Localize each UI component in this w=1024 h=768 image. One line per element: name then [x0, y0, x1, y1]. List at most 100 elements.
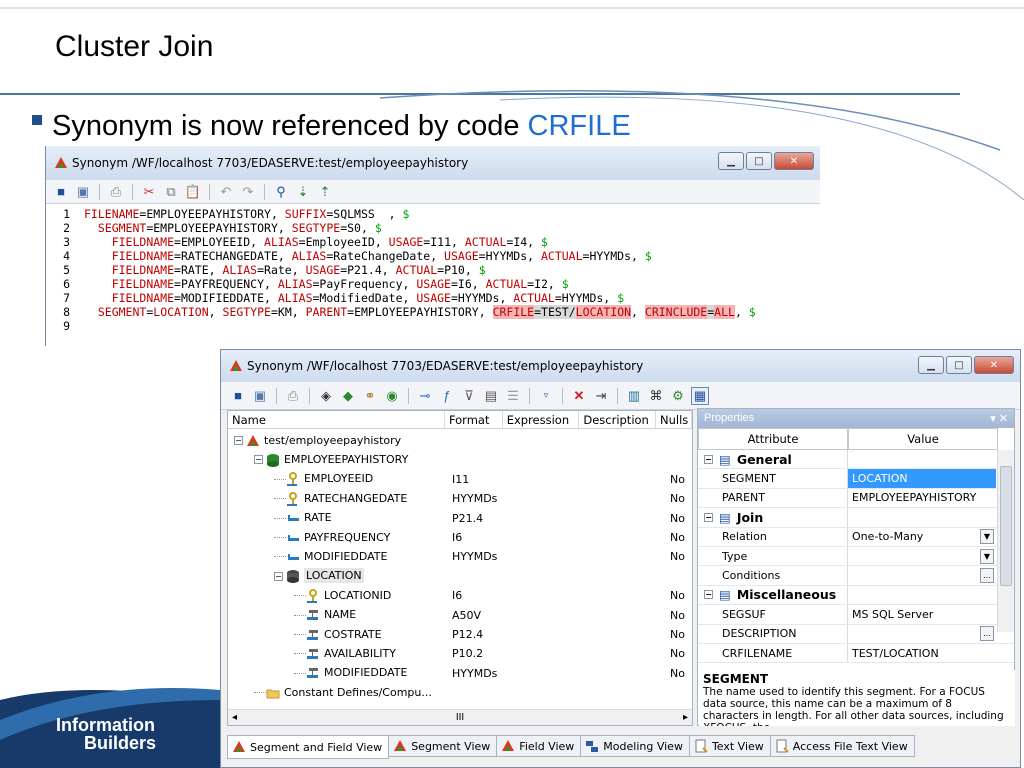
export-icon[interactable]: ⇥ [592, 387, 610, 405]
tree-row-name[interactable]: − test/employeepayhistory [234, 434, 401, 448]
property-value[interactable]: … [848, 625, 996, 643]
collapse-icon[interactable]: − [704, 454, 713, 464]
property-row[interactable]: Conditions… [698, 566, 1014, 586]
property-row[interactable]: DESCRIPTION… [698, 624, 1014, 644]
save-icon[interactable]: ■ [229, 387, 247, 405]
find-prev-icon[interactable]: ⇡ [316, 183, 334, 201]
column-header-nulls[interactable]: Nulls [656, 411, 692, 428]
column-header-expression[interactable]: Expression [503, 411, 580, 428]
property-row[interactable]: Type ▼ [698, 546, 1014, 567]
tree-row-name[interactable]: LOCATIONID [294, 588, 391, 603]
tree-row-name[interactable]: AVAILABILITY [294, 647, 396, 661]
property-row[interactable]: Relation One-to-Many ▼ [698, 527, 1014, 547]
close-button[interactable]: ✕ [974, 356, 1014, 374]
property-value[interactable]: One-to-Many ▼ [848, 528, 996, 546]
scroll-right-icon[interactable]: ▸ [683, 712, 688, 723]
tree-row-name[interactable]: EMPLOYEEID [274, 472, 373, 487]
field-icon[interactable]: ⊸ [416, 387, 434, 405]
settings-icon[interactable]: ⚙ [669, 387, 687, 405]
tab-segment-view[interactable]: Segment View [389, 735, 498, 757]
code-line[interactable]: 9 [46, 319, 820, 333]
code-line[interactable]: 7 FIELDNAME =MODIFIEDDATE, ALIAS =Modified… [46, 291, 820, 305]
list-icon[interactable]: ☰ [504, 387, 522, 405]
code-line[interactable]: 4 FIELDNAME =RATECHANGEDATE, ALIAS =RateCh… [46, 249, 820, 263]
tree-row[interactable]: MODIFIEDDATE HYYMDs No [228, 664, 692, 683]
tree-row[interactable]: EMPLOYEEID I11 No [228, 470, 692, 489]
tree-row-name[interactable]: PAYFREQUENCY [274, 531, 390, 545]
code-line[interactable]: 6 FIELDNAME =PAYFREQUENCY, ALIAS =PayFrequ… [46, 277, 820, 291]
column-header-format[interactable]: Format [445, 411, 503, 428]
code-line[interactable]: 8 SEGMENT = LOCATION, SEGTYPE =KM, PARENT =E… [46, 305, 820, 319]
print-icon[interactable]: ⎙ [284, 387, 302, 405]
column-header-name[interactable]: Name [228, 411, 445, 428]
tree-row-name[interactable]: NAME [294, 608, 356, 622]
ellipsis-button[interactable]: … [980, 568, 994, 584]
cluster-icon[interactable]: ◉ [383, 387, 401, 405]
save-icon[interactable]: ■ [52, 183, 70, 201]
dropdown-arrow-icon[interactable]: ▼ [980, 529, 994, 545]
database-icon[interactable]: ▥ [625, 387, 643, 405]
tree-row-name[interactable]: − EMPLOYEEPAYHISTORY [254, 453, 408, 467]
ellipsis-button[interactable]: … [980, 626, 994, 642]
tab-segment-and-field-view[interactable]: Segment and Field View [227, 735, 390, 759]
code-editor[interactable]: 1 FILENAME =EMPLOYEEPAYHISTORY, SUFFIX =SQL… [46, 204, 820, 333]
property-row[interactable]: PARENT EMPLOYEEPAYHISTORY [698, 488, 1014, 509]
collapse-icon[interactable]: − [274, 571, 283, 581]
maximize-button[interactable]: □ [946, 356, 972, 374]
code-line[interactable]: 1 FILENAME =EMPLOYEEPAYHISTORY, SUFFIX =SQL… [46, 207, 820, 221]
tree-row[interactable]: RATE P21.4 No [228, 509, 692, 528]
tree-row-name[interactable]: MODIFIEDDATE [274, 550, 387, 564]
dropdown-icon[interactable]: ▿ [537, 387, 555, 405]
maximize-button[interactable]: □ [746, 152, 772, 170]
column-header-description[interactable]: Description [579, 411, 656, 428]
collapse-icon[interactable]: − [704, 512, 713, 522]
tree-row[interactable]: RATECHANGEDATE HYYMDs No [228, 489, 692, 508]
tree-row[interactable]: Constant Defines/Compu... [228, 683, 692, 702]
modeling-icon[interactable]: ⌘ [647, 387, 665, 405]
tree-row-name[interactable]: MODIFIEDDATE [294, 666, 407, 680]
scroll-left-icon[interactable]: ◂ [232, 712, 237, 723]
tree-row[interactable]: − test/employeepayhistory [228, 431, 692, 450]
tree-row[interactable]: MODIFIEDDATE HYYMDs No [228, 547, 692, 566]
property-category[interactable]: − ▤ Join [698, 508, 1014, 528]
property-value[interactable]: LOCATION [848, 469, 996, 488]
tree-row-name[interactable]: RATECHANGEDATE [274, 491, 407, 506]
print-icon[interactable]: ⎙ [107, 183, 125, 201]
tab-modeling-view[interactable]: Modeling View [581, 735, 690, 757]
property-value[interactable]: MS SQL Server [848, 605, 996, 623]
add-segment-icon[interactable]: ◆ [339, 387, 357, 405]
save-all-icon[interactable]: ▣ [74, 183, 92, 201]
undo-icon[interactable]: ↶ [217, 183, 235, 201]
tree-row[interactable]: − EMPLOYEEPAYHISTORY [228, 450, 692, 469]
tree-row-name[interactable]: RATE [274, 511, 332, 525]
collapse-icon[interactable]: − [704, 590, 713, 600]
scroll-thumb[interactable] [1000, 466, 1012, 586]
segment-icon[interactable]: ◈ [317, 387, 335, 405]
find-next-icon[interactable]: ⇣ [294, 183, 312, 201]
collapse-icon[interactable]: − [234, 436, 243, 445]
code-line[interactable]: 3 FIELDNAME =EMPLOYEEID, ALIAS =EmployeeID… [46, 235, 820, 249]
paste-icon[interactable]: 📋 [184, 183, 202, 201]
redo-icon[interactable]: ↷ [239, 183, 257, 201]
code-line[interactable]: 5 FIELDNAME =RATE, ALIAS =Rate, USAGE =P21.… [46, 263, 820, 277]
property-value[interactable]: EMPLOYEEPAYHISTORY [848, 489, 996, 507]
tree-row[interactable]: − LOCATION [228, 567, 692, 586]
minimize-button[interactable]: ▁ [718, 152, 744, 170]
minimize-button[interactable]: ▁ [918, 356, 944, 374]
delete-icon[interactable]: ✕ [570, 387, 588, 405]
filter-icon[interactable]: ⊽ [460, 387, 478, 405]
tree-row-name[interactable]: COSTRATE [294, 628, 382, 642]
vertical-scrollbar[interactable] [997, 450, 1014, 632]
define-icon[interactable]: ƒ [438, 387, 456, 405]
dropdown-arrow-icon[interactable]: ▼ [980, 548, 994, 564]
horizontal-scrollbar[interactable]: ◂ III ▸ [228, 709, 692, 725]
tree-row[interactable]: NAME A50V No [228, 606, 692, 625]
save-all-icon[interactable]: ▣ [251, 387, 269, 405]
property-row[interactable]: SEGMENT LOCATION [698, 469, 1014, 489]
tree-row-name[interactable]: − LOCATION [274, 568, 364, 584]
tree-row[interactable]: PAYFREQUENCY I6 No [228, 528, 692, 547]
property-row[interactable]: SEGSUF MS SQL Server [698, 605, 1014, 625]
tree-row[interactable]: COSTRATE P12.4 No [228, 625, 692, 644]
find-icon[interactable]: ⚲ [272, 183, 290, 201]
code-line[interactable]: 2 SEGMENT =EMPLOYEEPAYHISTORY, SEGTYPE =S0… [46, 221, 820, 235]
